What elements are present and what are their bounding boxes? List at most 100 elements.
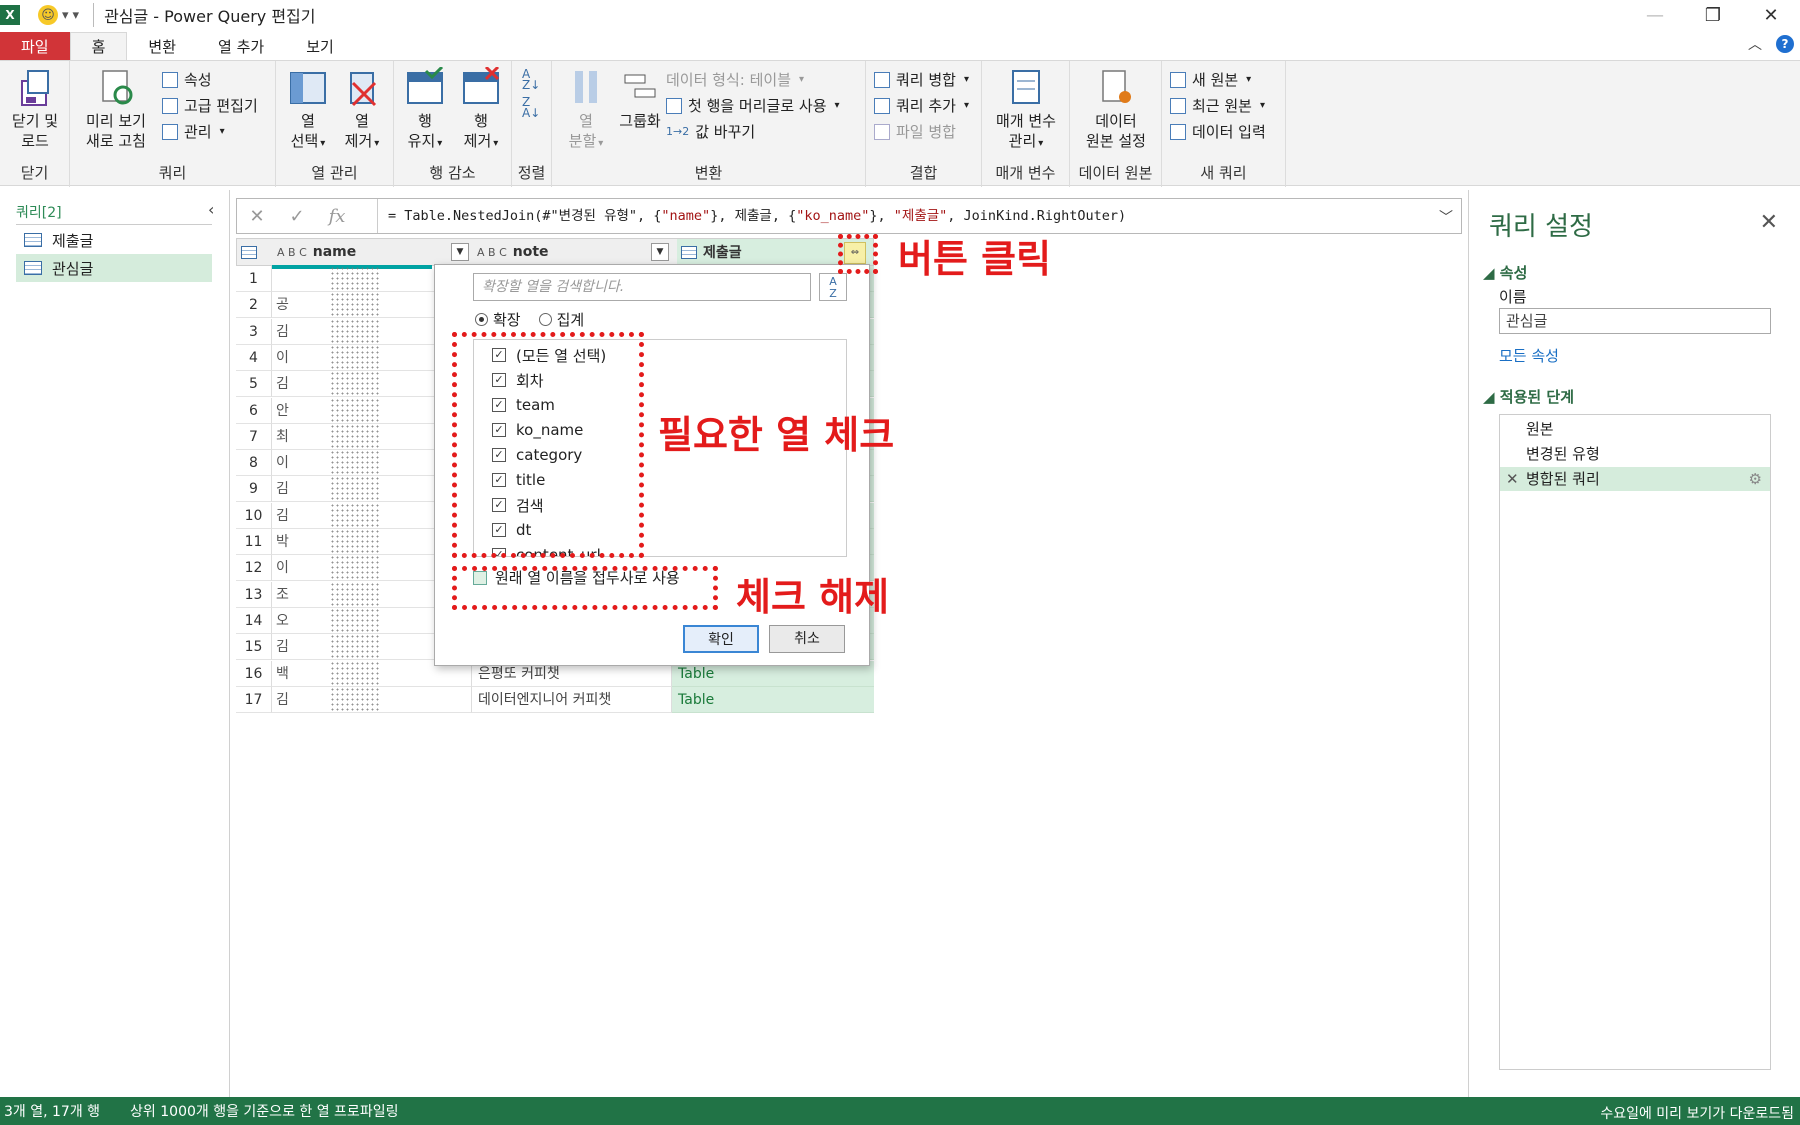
manage-button[interactable]: 관리 ▾: [162, 121, 225, 142]
ok-button[interactable]: 확인: [683, 625, 759, 653]
query-name-input[interactable]: 관심글: [1499, 308, 1771, 334]
choose-columns-button[interactable]: 열 선택 ▾: [282, 67, 334, 154]
manage-parameters-button[interactable]: 매개 변수 관리 ▾: [986, 67, 1066, 154]
column-header-name[interactable]: A B Cname ▼: [277, 239, 473, 265]
filter-dropdown-icon[interactable]: ▼: [651, 243, 669, 261]
append-queries-button[interactable]: 쿼리 추가 ▾: [874, 95, 969, 116]
confirm-formula-icon[interactable]: ✓: [277, 206, 317, 227]
group-by-button[interactable]: 그룹화: [610, 67, 670, 131]
column-header-note[interactable]: A B Cnote ▼: [477, 239, 673, 265]
cancel-button[interactable]: 취소: [769, 625, 845, 653]
close-settings-icon[interactable]: ✕: [1760, 210, 1778, 235]
delete-step-icon[interactable]: ✕: [1506, 467, 1519, 491]
redacted-mask: [330, 397, 380, 424]
redacted-mask: [330, 660, 380, 687]
expand-formula-icon[interactable]: ﹀: [1439, 207, 1453, 227]
aggregate-radio[interactable]: 집계: [538, 309, 584, 330]
row-number: 1: [236, 266, 272, 292]
row-number: 4: [236, 344, 272, 371]
first-row-header-button[interactable]: 첫 행을 머리글로 사용 ▾: [666, 95, 840, 116]
sort-columns-icon[interactable]: AZ: [819, 273, 847, 301]
data-source-settings-button[interactable]: 데이터 원본 설정: [1074, 67, 1158, 151]
tab-home[interactable]: 홈: [69, 32, 128, 60]
expand-radio[interactable]: 확장: [475, 309, 521, 330]
tab-add-column[interactable]: 열 추가: [197, 32, 285, 60]
properties-section[interactable]: ◢ 속성: [1483, 262, 1527, 283]
close-load-button[interactable]: 닫기 및 로드: [6, 67, 64, 151]
window-controls: — ❐ ✕: [1626, 0, 1800, 30]
properties-icon: [162, 71, 178, 88]
help-icon[interactable]: ?: [1776, 35, 1794, 53]
formula-input[interactable]: = Table.NestedJoin(#"변경된 유형", {"name"}, …: [377, 199, 1417, 233]
merge-queries-button[interactable]: 쿼리 병합 ▾: [874, 69, 969, 90]
expand-search-input[interactable]: 확장할 열을 검색합니다.: [473, 273, 811, 301]
row-number: 11: [236, 529, 272, 555]
group-combine: 쿼리 병합 ▾ 쿼리 추가 ▾ 파일 병합 결합: [866, 61, 982, 187]
group-parameters: 매개 변수 관리 ▾ 매개 변수: [982, 61, 1070, 187]
filter-dropdown-icon[interactable]: ▼: [451, 243, 469, 261]
new-source-button[interactable]: 새 원본 ▾: [1170, 69, 1251, 90]
row-number: 3: [236, 318, 272, 345]
fx-icon[interactable]: fx: [317, 206, 357, 227]
keep-rows-button[interactable]: 행 유지 ▾: [398, 65, 452, 154]
gear-icon[interactable]: ⚙: [1749, 467, 1762, 491]
redacted-mask: [330, 318, 380, 345]
close-window-icon[interactable]: ✕: [1742, 0, 1800, 30]
combine-files-button[interactable]: 파일 병합: [874, 121, 956, 142]
data-source-settings-icon: [1097, 67, 1135, 107]
annotation-box-prefix: [452, 566, 718, 610]
table-menu-icon[interactable]: [241, 239, 271, 265]
applied-steps-section[interactable]: ◢ 적용된 단계: [1483, 386, 1574, 407]
refresh-preview-button[interactable]: 미리 보기 새로 고침: [76, 67, 156, 151]
table-row[interactable]: 17 김 데이터엔지니어 커피챗 Table: [236, 686, 874, 713]
remove-rows-button[interactable]: 행 제거 ▾: [454, 65, 508, 154]
split-column-button[interactable]: 열 분할 ▾: [556, 67, 616, 154]
table-icon: [24, 261, 42, 275]
customize-toolbar-icon[interactable]: ▾: [73, 8, 80, 23]
replace-values-icon: 1→2: [666, 125, 690, 138]
sort-descending-icon[interactable]: Z A↓: [522, 96, 540, 119]
row-number: 16: [236, 660, 272, 687]
status-profiling[interactable]: 상위 1000개 행을 기준으로 한 열 프로파일링: [130, 1101, 398, 1121]
data-type-dropdown[interactable]: 데이터 형식: 테이블 ▾: [666, 69, 804, 90]
new-source-icon: [1170, 71, 1186, 88]
tab-transform[interactable]: 변환: [127, 32, 197, 60]
row-number: 8: [236, 450, 272, 477]
collapse-pane-icon[interactable]: ‹: [208, 200, 214, 219]
recent-sources-button[interactable]: 최근 원본 ▾: [1170, 95, 1265, 116]
advanced-editor-icon: [162, 97, 178, 114]
parameters-icon: [1007, 67, 1045, 107]
minimize-icon[interactable]: —: [1626, 0, 1684, 30]
advanced-editor-button[interactable]: 고급 편집기: [162, 95, 258, 116]
row-number: 10: [236, 502, 272, 529]
enter-data-button[interactable]: 데이터 입력: [1170, 121, 1266, 142]
step-source[interactable]: 원본: [1500, 417, 1770, 441]
query-item-submitted[interactable]: 제출글: [16, 226, 212, 254]
cell-name[interactable]: 김: [272, 686, 472, 713]
group-transform: 열 분할 ▾ 그룹화 데이터 형식: 테이블 ▾ 첫 행을 머리글로 사용 ▾ 1→2…: [552, 61, 866, 187]
step-merged-queries[interactable]: ✕ 병합된 쿼리 ⚙: [1500, 467, 1770, 491]
group-data-source: 데이터 원본 설정 데이터 원본: [1070, 61, 1162, 187]
cell-table[interactable]: Table: [672, 686, 874, 713]
smiley-feedback-icon[interactable]: ☺: [38, 5, 58, 25]
status-bar: 3개 열, 17개 행 상위 1000개 행을 기준으로 한 열 프로파일링 수…: [0, 1097, 1800, 1125]
all-properties-link[interactable]: 모든 속성: [1499, 345, 1559, 366]
query-item-interest[interactable]: 관심글: [16, 254, 212, 282]
cancel-formula-icon[interactable]: ✕: [237, 206, 277, 227]
feedback-dropdown-icon[interactable]: ▾: [62, 8, 69, 23]
replace-values-button[interactable]: 1→2 값 바꾸기: [666, 121, 755, 142]
collapse-ribbon-icon[interactable]: ︿: [1748, 34, 1762, 54]
row-number: 17: [236, 686, 272, 713]
redacted-mask: [330, 686, 380, 713]
sort-ascending-icon[interactable]: A Z↓: [522, 68, 540, 91]
properties-button[interactable]: 속성: [162, 69, 212, 90]
restore-icon[interactable]: ❐: [1684, 0, 1742, 30]
row-number: 12: [236, 555, 272, 582]
step-changed-type[interactable]: 변경된 유형: [1500, 442, 1770, 466]
tab-view[interactable]: 보기: [285, 32, 355, 60]
cell-note[interactable]: 데이터엔지니어 커피챗: [472, 686, 672, 713]
remove-columns-button[interactable]: 열 제거 ▾: [336, 67, 388, 154]
annotation-box-columns: [452, 332, 644, 558]
group-reduce-rows: 행 유지 ▾ 행 제거 ▾ 행 감소: [394, 61, 512, 187]
tab-file[interactable]: 파일: [0, 32, 70, 60]
